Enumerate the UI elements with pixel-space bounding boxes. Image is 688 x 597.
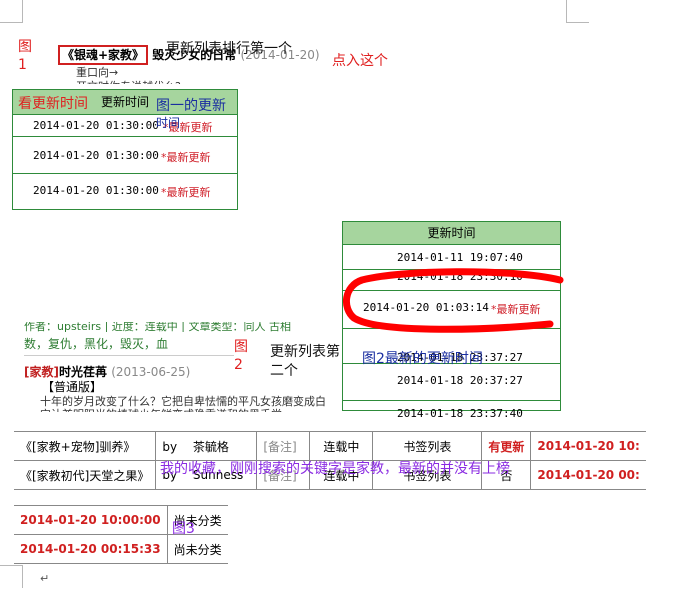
collection-title[interactable]: 《[家教初代]天堂之果》	[14, 460, 157, 490]
table1-time: 2014-01-20 01:30:00	[33, 119, 159, 132]
table2-header: 更新时间	[343, 222, 560, 244]
collection-status: 连载中	[309, 431, 374, 461]
table-row: 2014-01-20 01:30:00 *最新更新	[13, 136, 237, 173]
fig1-annot-click: 点入这个	[332, 53, 388, 69]
highlight-ellipse	[343, 268, 564, 333]
table1-header-label: 更新时间	[101, 95, 150, 109]
favorite-time: 2014-01-20 00:15:33	[14, 534, 168, 564]
page-corner-mark	[0, 565, 23, 588]
collection-by: by 茶毓格	[155, 431, 257, 461]
page-corner-mark	[566, 0, 589, 23]
table3-annot: 我的收藏，刚刚搜索的关键字是家教，最新的并没有上榜	[160, 461, 510, 477]
fig2-tags-line1: 作者：upsteirs | 近度：连载中 | 文章类型：同人 古相	[24, 322, 291, 332]
table1-time: 2014-01-20 01:30:00	[33, 149, 159, 162]
collection-by-label: by	[162, 439, 178, 454]
favorite-time: 2014-01-20 10:00:00	[14, 505, 168, 535]
table1-time: 2014-01-20 01:30:00	[33, 184, 159, 197]
fig2-label: 图2	[234, 339, 248, 373]
page-corner-mark	[0, 0, 23, 23]
table1-annot-time: 时间	[156, 116, 181, 130]
table1-annot-see: 看更新时间	[18, 96, 88, 112]
table1-flag: *最新更新	[161, 151, 211, 164]
collection-updated: 有更新	[481, 431, 532, 461]
collection-note[interactable]: [备注]	[256, 431, 311, 461]
fig2-desc2: 它让兼明阳光的棒球少年鲜变成稳重谦和的黑手党...	[40, 406, 340, 412]
fig2-title-date: (2013-06-25)	[111, 365, 191, 379]
fig2-title-text: 时光荏苒	[58, 365, 107, 379]
table1-flag: *最新更新	[161, 186, 211, 199]
table2-time: 2014-01-18 20:37:27	[397, 374, 523, 387]
table1-annot-fig1: 图一的更新	[156, 98, 226, 114]
table-row: 2014-01-18 23:37:40	[343, 400, 560, 420]
table2-time: 2014-01-18 23:37:40	[397, 407, 523, 420]
favorite-category: 尚未分类	[166, 534, 228, 564]
table-row: 2014-01-20 01:30:00 *最新更新	[13, 173, 237, 209]
fig1-line3: 开文时你专说越代么?	[76, 78, 181, 84]
table2-time: 2014-01-11 19:07:40	[397, 251, 523, 264]
favorites-time-table: 2014-01-20 10:00:00 尚未分类 2014-01-20 00:1…	[14, 505, 228, 564]
table2-header-label: 更新时间	[427, 226, 476, 240]
collection-time: 2014-01-20 10:	[530, 431, 646, 461]
collection-author: 茶毓格	[192, 439, 229, 454]
table-row: 2014-01-18 20:37:27	[343, 363, 560, 400]
fig1-annot-first: 更新列表排行第一个	[166, 41, 292, 57]
fig2-annot-list: 更新列表第二个	[270, 344, 340, 379]
table4-annot: 图3	[172, 521, 195, 537]
table-row: 2014-01-20 01:30:00 *最新更新	[13, 114, 237, 136]
table-row: 《[家教+宠物]驯养》 by 茶毓格 [备注] 连载中 书签列表 有更新 201…	[14, 431, 646, 461]
fig2-divider	[24, 355, 234, 356]
table2-annot: 图2最新的更新时间	[362, 351, 483, 367]
table-row: 2014-01-20 10:00:00 尚未分类	[14, 505, 228, 535]
fig1-title-badge: 《银魂+家教》	[58, 45, 149, 65]
collection-title[interactable]: 《[家教+宠物]驯养》	[14, 431, 157, 461]
fig2-tags-line2: 数，复仇，黑化，毁灭，血	[24, 337, 169, 351]
highlight-stroke	[343, 268, 564, 333]
table-row: 2014-01-20 00:15:33 尚未分类	[14, 534, 228, 564]
fig1-label: 图1	[18, 39, 32, 73]
collection-bookmark[interactable]: 书签列表	[372, 431, 483, 461]
fig2-title-badge: [家教]	[24, 365, 59, 379]
paragraph-mark-icon: ↵	[40, 572, 50, 585]
